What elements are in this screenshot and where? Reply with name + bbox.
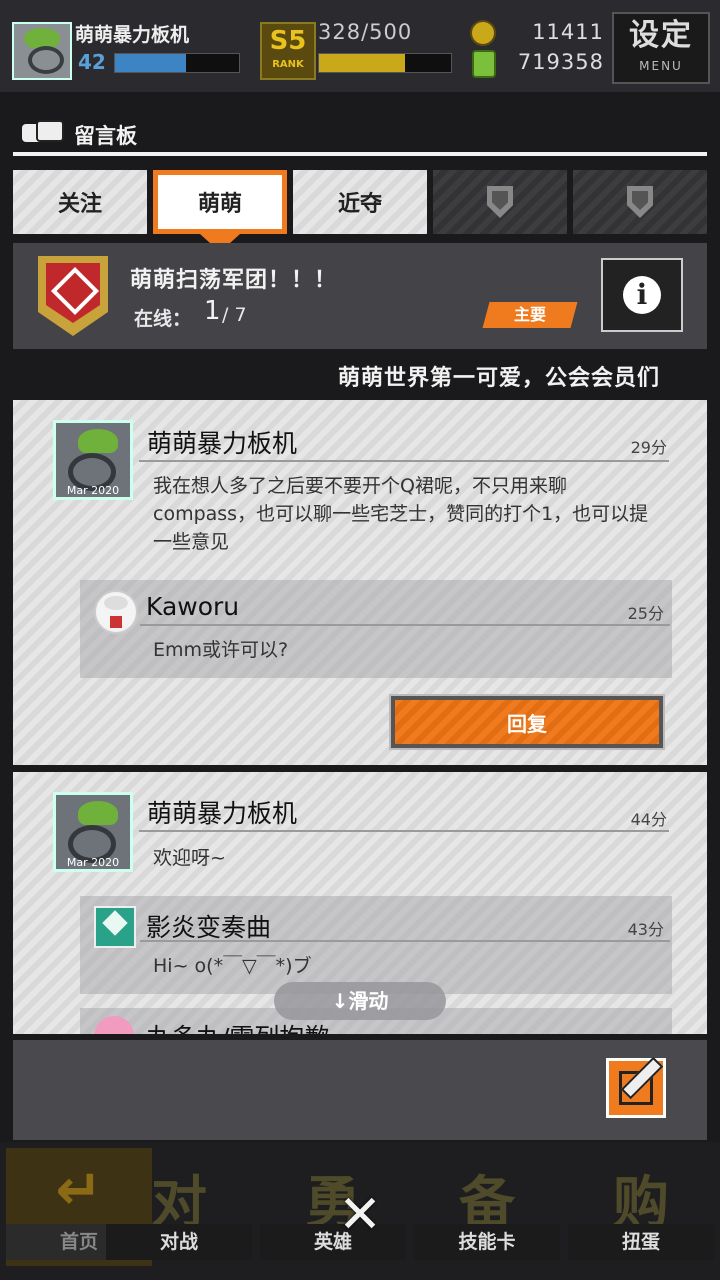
- avatar[interactable]: Mar 2020: [53, 792, 133, 872]
- rank-progress-bar: [318, 53, 452, 73]
- reply-divider: [140, 940, 670, 942]
- guild-info-button[interactable]: i: [601, 258, 683, 332]
- coin-count: 11411: [532, 20, 604, 44]
- shield-icon: [487, 186, 513, 218]
- rank-points: 328/500: [318, 20, 413, 44]
- avatar[interactable]: Mar 2020: [53, 420, 133, 500]
- level-progress-bar: [114, 53, 240, 73]
- gem-count: 719358: [517, 50, 604, 74]
- gem-icon: [472, 50, 496, 78]
- author-divider: [139, 460, 669, 462]
- player-name: 萌萌暴力板机: [75, 24, 190, 46]
- tab-recent[interactable]: 近夺: [293, 170, 427, 234]
- avatar: [94, 906, 136, 948]
- player-level: 42: [78, 50, 106, 74]
- reply-text: Hi~ o(*￣▽￣*)ブ: [153, 955, 312, 977]
- scroll-hint: ↓滑动: [274, 982, 446, 1020]
- avatar: [94, 1016, 134, 1034]
- reply-item: Kaworu 25分 Emm或许可以?: [80, 580, 672, 678]
- coin-icon: [470, 20, 496, 46]
- tab-mengmeng[interactable]: 萌萌: [153, 170, 287, 234]
- post-time: 44分: [630, 810, 667, 829]
- post-text: 我在想人多了之后要不要开个Q裙呢，不只用来聊compass，也可以聊一些宅芝士，…: [153, 475, 649, 553]
- shield-icon: [627, 186, 653, 218]
- author-divider: [139, 830, 669, 832]
- guild-tag-badge: 主要: [482, 302, 578, 328]
- guild-online-count: 1: [204, 296, 221, 326]
- info-icon: i: [623, 276, 661, 314]
- top-status-bar: 萌萌暴力板机 42 S5 RANK 328/500 11411 719358 设…: [0, 0, 720, 92]
- tab-follow[interactable]: 关注: [13, 170, 147, 234]
- reply-author: Kaworu: [146, 592, 240, 621]
- reply-button[interactable]: 回复: [389, 694, 665, 750]
- guild-online-label: 在线：: [134, 308, 192, 330]
- post-author: 萌萌暴力板机: [147, 429, 298, 458]
- settings-menu-button[interactable]: 设定 MENU: [612, 12, 710, 84]
- reply-time: 43分: [627, 920, 664, 939]
- post-text: 欢迎呀~: [153, 847, 226, 869]
- tab-locked-1[interactable]: [433, 170, 567, 234]
- nav-skill-cards[interactable]: 备 技能卡: [414, 1148, 560, 1266]
- header-divider: [13, 152, 707, 156]
- guild-announcement-ticker: 萌萌世界第一可爱，公会会员们: [338, 366, 661, 391]
- avatar: [94, 590, 138, 634]
- player-avatar[interactable]: [12, 22, 72, 80]
- rank-badge: S5 RANK: [260, 22, 316, 80]
- reply-text: Emm或许可以?: [153, 639, 289, 661]
- reply-time: 25分: [627, 604, 664, 623]
- reply-author: 丸多丸/雷列抱歉: [146, 1018, 329, 1034]
- post-time: 29分: [630, 438, 667, 457]
- post-card: Mar 2020 萌萌暴力板机 29分 我在想人多了之后要不要开个Q裙呢，不只用…: [13, 400, 707, 765]
- guild-name: 萌萌扫荡军团！！！: [130, 268, 338, 293]
- board-icon: [22, 120, 64, 148]
- compose-bar: [13, 1040, 707, 1140]
- post-author: 萌萌暴力板机: [147, 799, 298, 828]
- nav-battle[interactable]: 对 对战: [106, 1148, 252, 1266]
- reply-item: 影炎变奏曲 43分 Hi~ o(*￣▽￣*)ブ: [80, 896, 672, 994]
- close-button[interactable]: ✕: [322, 1182, 398, 1248]
- tab-locked-2[interactable]: [573, 170, 707, 234]
- nav-gacha[interactable]: 购 扭蛋: [568, 1148, 714, 1266]
- reply-author: 影炎变奏曲: [146, 913, 272, 942]
- close-icon: ✕: [338, 1185, 382, 1245]
- reply-divider: [140, 624, 670, 626]
- compose-button[interactable]: [606, 1056, 666, 1118]
- board-title: 留言板: [74, 124, 137, 148]
- guild-online-total: / 7: [222, 304, 247, 326]
